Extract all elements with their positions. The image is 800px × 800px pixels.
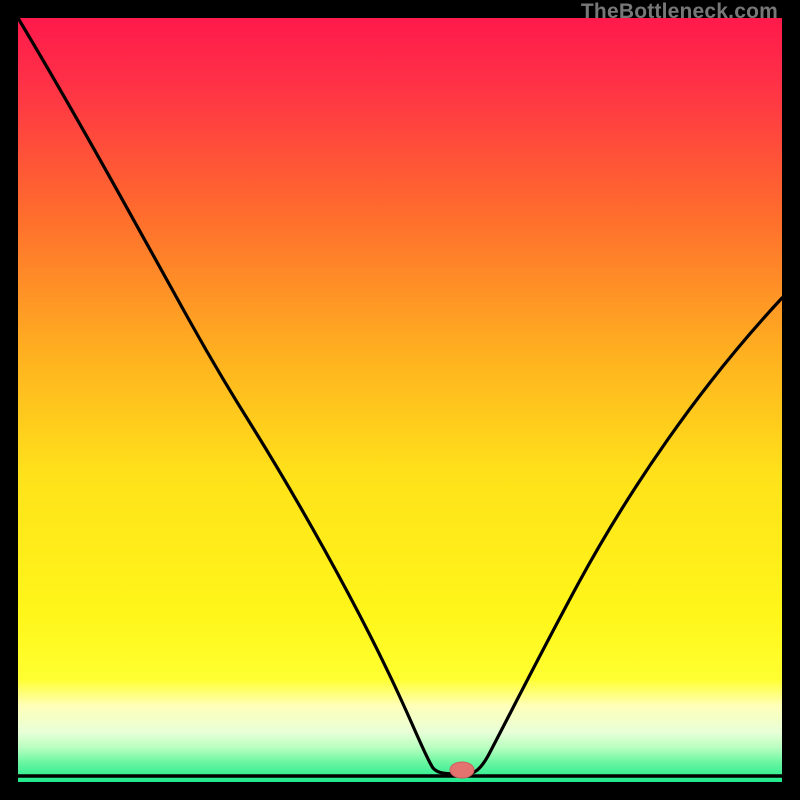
bottleneck-chart [18, 18, 782, 782]
gradient-background [18, 18, 782, 782]
watermark-text: TheBottleneck.com [581, 0, 778, 24]
optimum-marker [450, 762, 474, 778]
